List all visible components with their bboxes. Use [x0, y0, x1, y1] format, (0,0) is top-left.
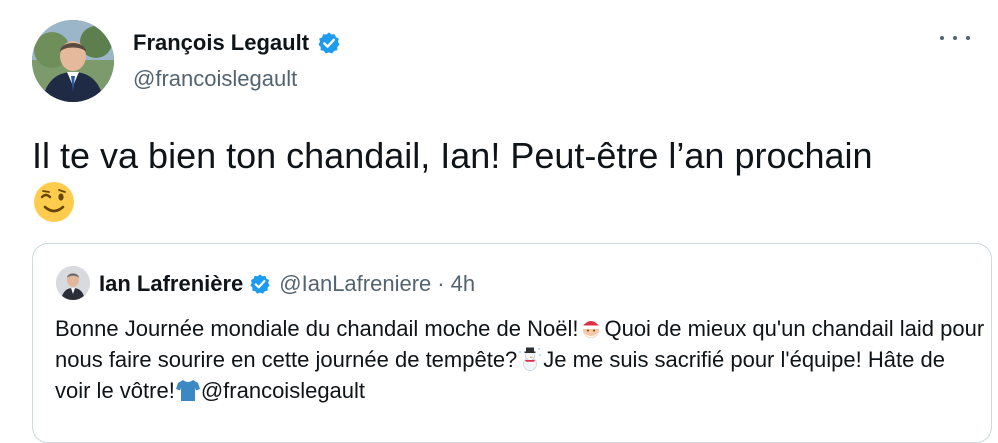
quoted-text-part-1: Bonne Journée mondiale du chandail moche…: [55, 316, 579, 341]
author-handle[interactable]: @francoislegault: [133, 66, 297, 92]
avatar[interactable]: [32, 20, 114, 102]
verified-badge-icon: [249, 273, 271, 295]
quoted-avatar[interactable]: [56, 266, 90, 300]
santa-claus-emoji-icon: [578, 315, 604, 341]
author-name[interactable]: François Legault: [133, 30, 309, 56]
mention-link[interactable]: @francoislegault: [201, 378, 365, 403]
snowman-emoji-icon: [517, 346, 543, 372]
quoted-tweet-text: Bonne Journée mondiale du chandail moche…: [55, 313, 985, 406]
quoted-author-handle[interactable]: @IanLafreniere: [279, 271, 431, 297]
quoted-header: Ian Lafrenière @IanLafreniere · 4h: [99, 271, 475, 297]
tweet-body: Il te va bien ton chandail, Ian! Peut-êt…: [32, 135, 873, 176]
t-shirt-emoji-icon: [175, 377, 201, 403]
quoted-tweet[interactable]: Ian Lafrenière @IanLafreniere · 4h Bonne…: [32, 243, 992, 443]
quoted-author-name[interactable]: Ian Lafrenière: [99, 271, 243, 297]
winking-face-emoji-icon: [32, 180, 76, 236]
more-options-icon[interactable]: [940, 28, 970, 48]
author-name-row: François Legault: [133, 30, 341, 56]
tweet-text: Il te va bien ton chandail, Ian! Peut-êt…: [32, 132, 982, 236]
separator-dot: ·: [437, 271, 445, 296]
verified-badge-icon: [317, 31, 341, 55]
quoted-timestamp[interactable]: 4h: [451, 271, 475, 297]
